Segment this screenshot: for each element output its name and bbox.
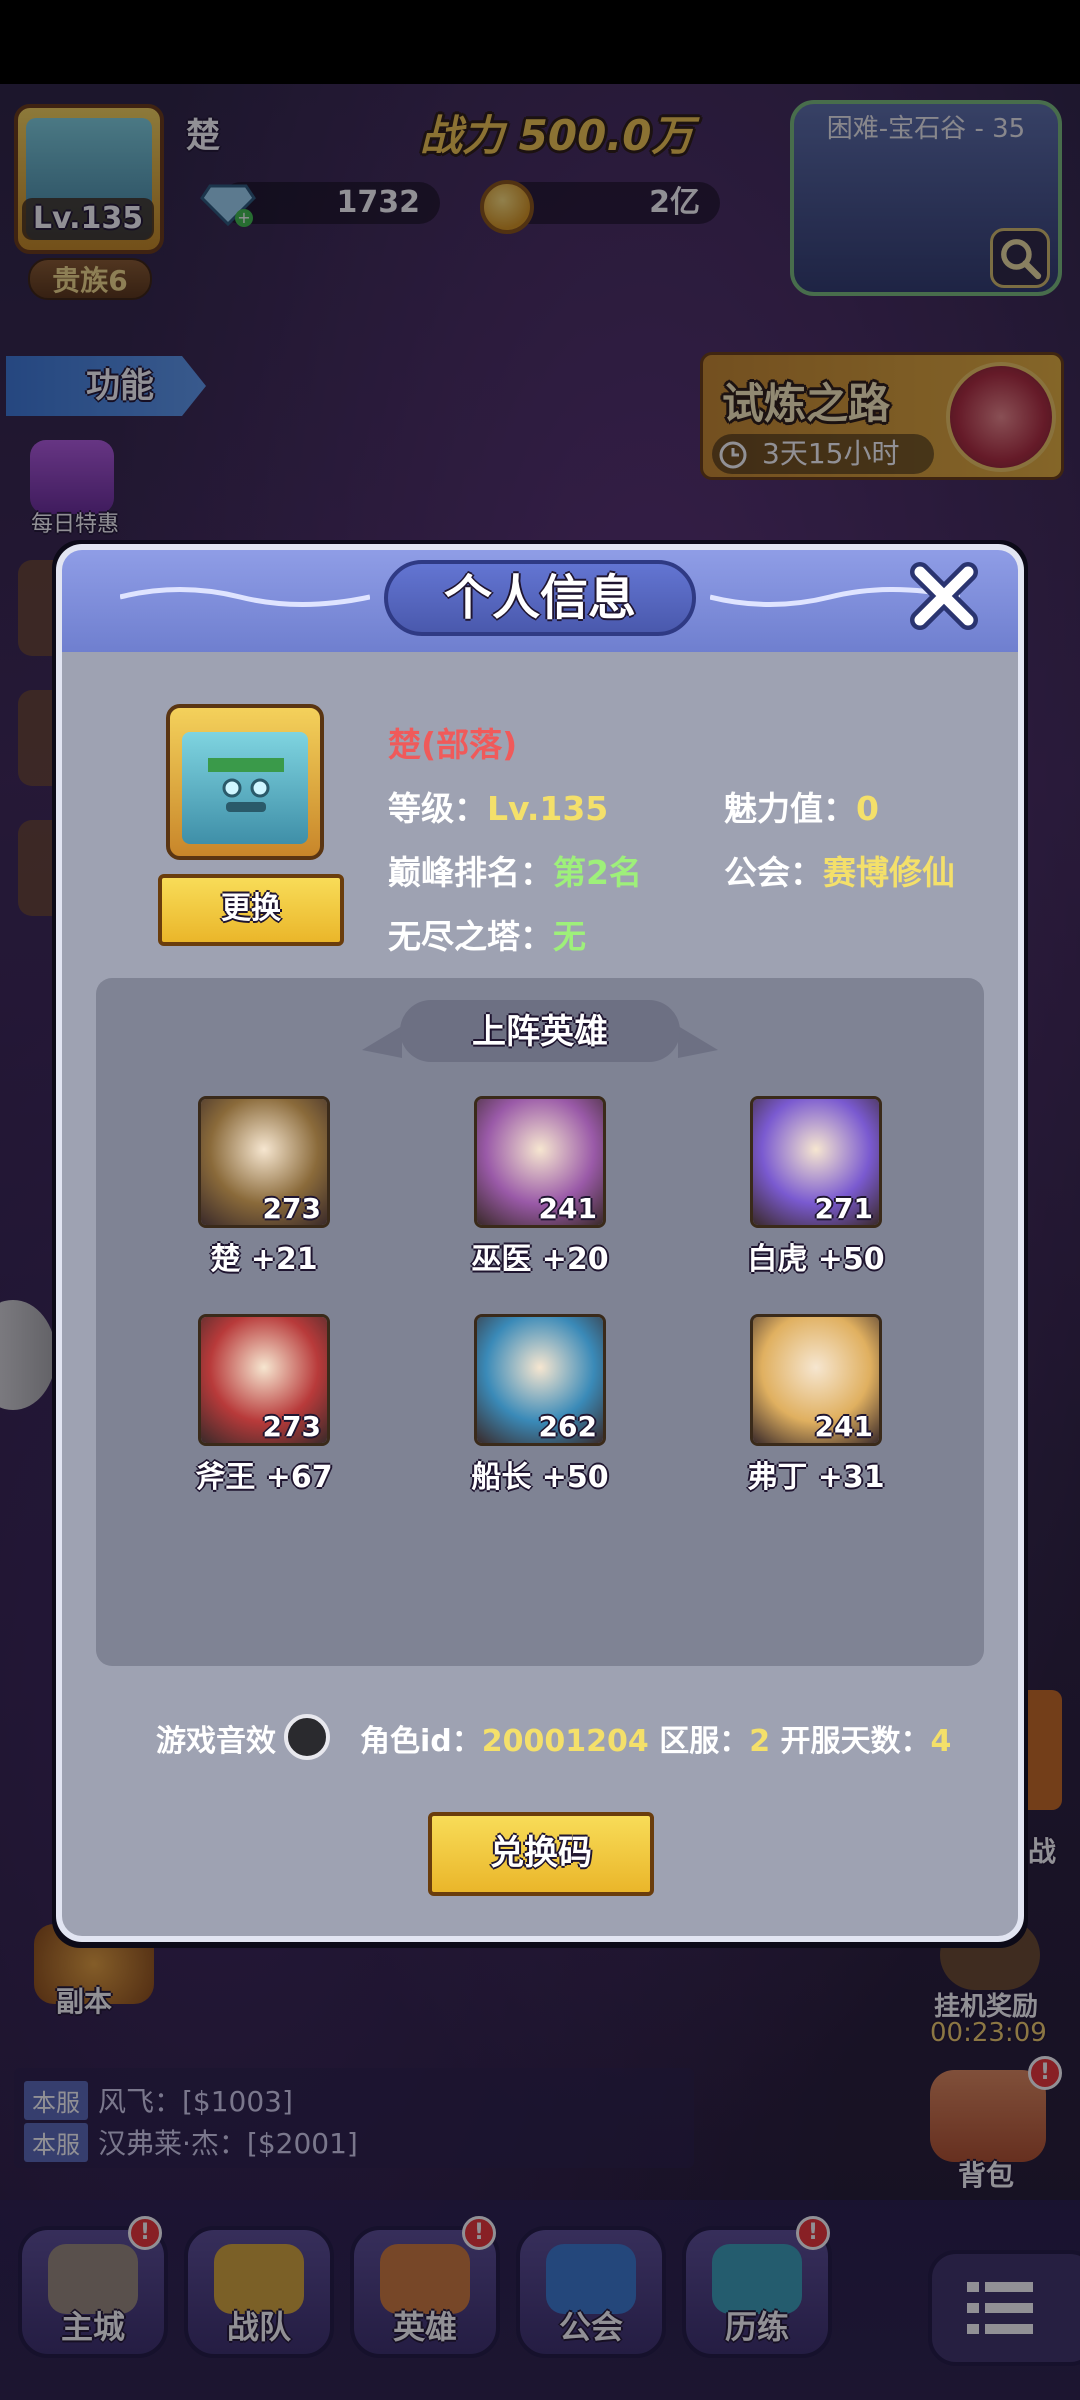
hero-name: 白虎 +50: [747, 1242, 885, 1277]
hero-card[interactable]: 273: [198, 1096, 330, 1228]
rank-value: 第2名: [553, 853, 642, 892]
tower-label: 无尽之塔：: [388, 917, 553, 956]
hero-name: 船长 +50: [471, 1460, 609, 1495]
hero-name: 巫医 +20: [471, 1242, 609, 1277]
tower-row: 无尽之塔：无: [388, 910, 586, 958]
status-bar: [0, 0, 1080, 84]
hero-level: 273: [262, 1410, 321, 1443]
redeem-code-button[interactable]: 兑换码: [428, 1812, 654, 1896]
level-value: Lv.135: [487, 789, 609, 828]
hero-level: 273: [262, 1192, 321, 1225]
hero-name: 斧王 +67: [195, 1460, 333, 1495]
dialog-title: 个人信息: [443, 570, 636, 626]
change-avatar-button[interactable]: 更换: [158, 874, 344, 946]
close-icon[interactable]: [904, 556, 984, 636]
hero-card[interactable]: 273: [198, 1314, 330, 1446]
golem-face-icon: [208, 758, 284, 812]
charm-label: 魅力值：: [724, 789, 856, 828]
header-ornament-left: [120, 587, 370, 607]
server-label: 区服：: [659, 1724, 750, 1759]
charm-row: 魅力值：0: [724, 782, 879, 830]
sound-label: 游戏音效: [156, 1724, 276, 1759]
hero-level: 241: [538, 1192, 597, 1225]
account-info-row: 角色id：20001204 区服：2 开服天数：4: [360, 1716, 951, 1760]
hero-level: 271: [814, 1192, 873, 1225]
hero-card[interactable]: 262: [474, 1314, 606, 1446]
open-days-value: 4: [930, 1724, 952, 1759]
hero-card[interactable]: 271: [750, 1096, 882, 1228]
guild-value: 赛博修仙: [823, 853, 955, 892]
hero-level: 241: [814, 1410, 873, 1443]
server-value: 2: [749, 1724, 771, 1759]
tower-value: 无: [553, 917, 586, 956]
hero-card[interactable]: 241: [750, 1314, 882, 1446]
guild-label: 公会：: [724, 853, 823, 892]
hero-card[interactable]: 241: [474, 1096, 606, 1228]
guild-row: 公会：赛博修仙: [724, 846, 955, 894]
hero-level: 262: [538, 1410, 597, 1443]
profile-name: 楚(部落): [388, 725, 518, 764]
rank-row: 巅峰排名：第2名: [388, 846, 642, 894]
hero-name: 楚 +21: [210, 1242, 318, 1277]
open-days-label: 开服天数：: [780, 1724, 931, 1759]
role-id-label: 角色id：: [360, 1724, 482, 1759]
hero-name: 弗丁 +31: [747, 1460, 885, 1495]
lineup-heroes-title: 上阵英雄: [472, 1012, 608, 1052]
sound-toggle[interactable]: [284, 1714, 330, 1760]
rank-label: 巅峰排名：: [388, 853, 553, 892]
level-row: 等级：Lv.135: [388, 782, 608, 830]
charm-value: 0: [856, 789, 879, 828]
role-id-value: 20001204: [481, 1724, 649, 1759]
level-label: 等级：: [388, 789, 487, 828]
